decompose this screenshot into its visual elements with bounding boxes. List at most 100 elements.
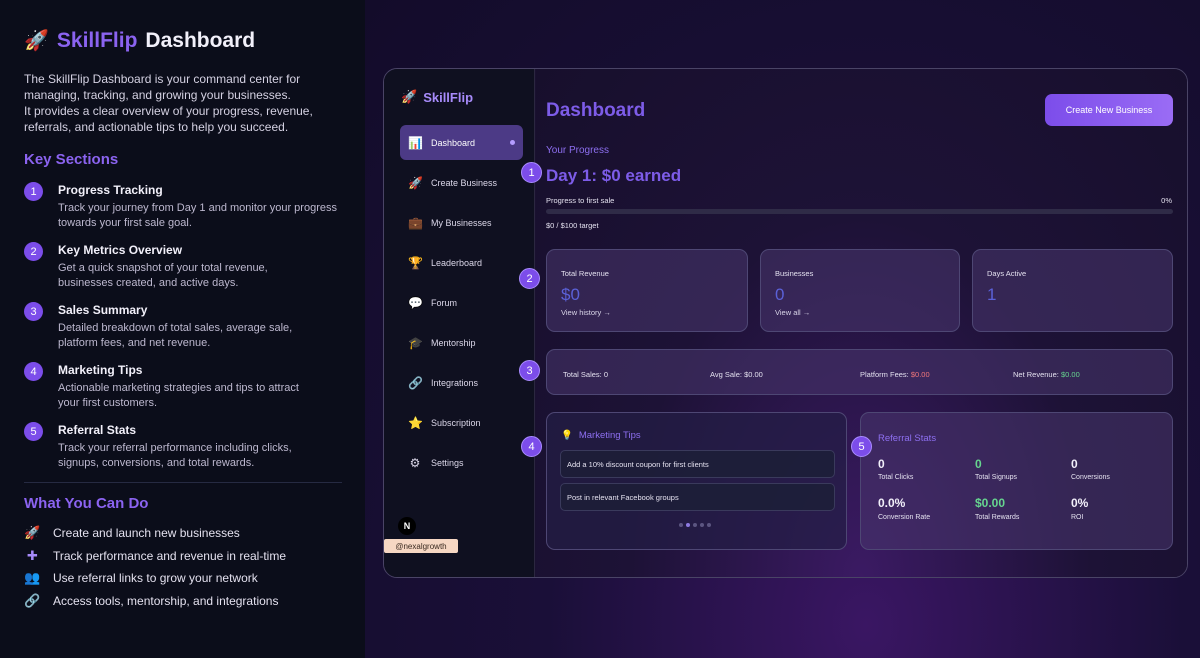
sidebar-item-label: Settings	[431, 457, 464, 468]
list-item: 🔗 Access tools, mentorship, and integrat…	[24, 590, 341, 613]
users-icon: 👥	[24, 570, 41, 586]
tip-item: Add a 10% discount coupon for first clie…	[560, 450, 835, 478]
progress-target: $0 / $100 target	[546, 221, 599, 230]
carousel-dot[interactable]	[679, 523, 683, 527]
metric-value: $0	[561, 285, 580, 304]
view-history-link[interactable]: View history →	[561, 308, 611, 317]
key-section-item: 1 Progress Tracking Track your journey f…	[24, 182, 341, 231]
progress-label: Your Progress	[546, 145, 609, 156]
sidebar: 🚀 SkillFlip 📊 Dashboard 🚀 Create Busines…	[384, 69, 535, 577]
key-section-desc: Track your referral performance includin…	[58, 442, 292, 454]
sidebar-item-subscription[interactable]: ⭐ Subscription	[400, 405, 523, 440]
list-item-text: Create and launch new businesses	[53, 526, 240, 541]
summary-value: $0.00	[1060, 370, 1080, 379]
list-item: 👥 Use referral links to grow your networ…	[24, 567, 341, 590]
carousel-dot[interactable]	[700, 523, 704, 527]
sidebar-item-label: My Businesses	[431, 217, 492, 228]
rocket-icon: 🚀	[401, 89, 418, 104]
metric-label: Total Revenue	[561, 269, 609, 278]
rocket-icon: 🚀	[24, 525, 41, 541]
user-handle: @nexalgrowth	[384, 539, 458, 553]
title-suffix: Dashboard	[145, 28, 256, 52]
sidebar-item-settings[interactable]: ⚙ Settings	[400, 445, 523, 480]
key-section-desc: Detailed breakdown of total sales, avera…	[58, 322, 293, 334]
stat-label: Total Clicks	[878, 474, 914, 481]
callout-3: 3	[519, 360, 540, 381]
summary-label: Platform Fees:	[860, 370, 909, 379]
stat-label: Total Rewards	[975, 514, 1020, 521]
carousel-dot[interactable]	[707, 523, 711, 527]
sidebar-item-mentorship[interactable]: 🎓 Mentorship	[400, 325, 523, 360]
divider	[24, 482, 342, 483]
carousel-dot[interactable]	[686, 523, 690, 527]
intro-line: The SkillFlip Dashboard is your command …	[24, 72, 301, 86]
metric-value: 1	[987, 285, 997, 304]
sidebar-item-forum[interactable]: 💬 Forum	[400, 285, 523, 320]
graduation-cap-icon: 🎓	[408, 335, 423, 350]
sidebar-item-label: Create Business	[431, 177, 498, 188]
number-badge: 1	[24, 182, 43, 201]
chat-icon: 💬	[408, 295, 423, 310]
chart-icon: ✚	[27, 547, 38, 563]
intro-line: It provides a clear overview of your pro…	[24, 104, 313, 118]
key-section-desc: towards your first sale goal.	[58, 217, 192, 229]
stat-value: 0	[975, 457, 982, 471]
briefcase-icon: 💼	[408, 215, 423, 230]
key-sections-heading: Key Sections	[24, 151, 119, 168]
info-panel: 🚀 SkillFlip Dashboard The SkillFlip Dash…	[0, 0, 365, 658]
sidebar-item-integrations[interactable]: 🔗 Integrations	[400, 365, 523, 400]
avg-sale: Avg Sale: $0.00	[710, 370, 763, 379]
sidebar-item-label: Integrations	[431, 377, 479, 388]
sidebar-item-label: Leaderboard	[431, 257, 483, 268]
key-section-desc: Get a quick snapshot of your total reven…	[58, 262, 268, 274]
intro-line: referrals, and actionable tips to help y…	[24, 120, 289, 134]
metric-label: Days Active	[987, 269, 1027, 278]
number-badge: 5	[24, 422, 43, 441]
sidebar-item-leaderboard[interactable]: 🏆 Leaderboard	[400, 245, 523, 280]
list-item-text: Use referral links to grow your network	[53, 571, 258, 586]
referral-stats-title: Referral Stats	[878, 433, 937, 444]
key-section-desc: your first customers.	[58, 397, 158, 409]
rocket-icon: 🚀	[24, 30, 49, 52]
view-all-link[interactable]: View all →	[775, 308, 810, 317]
callout-5: 5	[851, 436, 872, 457]
key-section-title: Key Metrics Overview	[58, 243, 183, 257]
sidebar-item-my-businesses[interactable]: 💼 My Businesses	[400, 205, 523, 240]
list-item: ✚ Track performance and revenue in real-…	[24, 545, 341, 568]
sidebar-item-create-business[interactable]: 🚀 Create Business	[400, 165, 523, 200]
platform-fees: Platform Fees: $0.00	[860, 370, 930, 379]
chart-icon: 📊	[408, 135, 423, 150]
summary-label: Total Sales:	[563, 370, 602, 379]
link-icon: 🔗	[408, 375, 423, 390]
star-icon: ⭐	[408, 415, 423, 430]
key-section-item: 2 Key Metrics Overview Get a quick snaps…	[24, 242, 341, 291]
key-section-title: Sales Summary	[58, 303, 148, 317]
sidebar-brand[interactable]: 🚀 SkillFlip	[401, 89, 473, 105]
sidebar-item-label: Subscription	[431, 417, 481, 428]
create-new-business-button[interactable]: Create New Business	[1045, 94, 1173, 126]
carousel-dot[interactable]	[693, 523, 697, 527]
what-you-can-do-heading: What You Can Do	[24, 495, 149, 512]
sidebar-item-dashboard[interactable]: 📊 Dashboard	[400, 125, 523, 160]
sales-summary-card: Total Sales: 0 Avg Sale: $0.00 Platform …	[546, 349, 1173, 395]
link-icon: 🔗	[24, 592, 41, 608]
intro-text: The SkillFlip Dashboard is your command …	[24, 71, 341, 135]
metric-label: Businesses	[775, 269, 814, 278]
tip-item: Post in relevant Facebook groups	[560, 483, 835, 511]
key-section-desc: Actionable marketing strategies and tips…	[58, 382, 299, 394]
stat-label: Total Signups	[975, 474, 1018, 481]
referral-stats-card: Referral Stats 0 Total Clicks 0 Total Si…	[860, 412, 1173, 550]
progress-percent: 0%	[1161, 196, 1172, 205]
sidebar-nav: 📊 Dashboard 🚀 Create Business 💼 My Busin…	[400, 125, 523, 485]
panel-title: 🚀 SkillFlip Dashboard	[24, 28, 341, 53]
marketing-tips-label: Marketing Tips	[578, 430, 641, 441]
avatar[interactable]: N	[398, 517, 416, 535]
trophy-icon: 🏆	[408, 255, 423, 270]
list-item: 🚀 Create and launch new businesses	[24, 522, 341, 545]
gear-icon: ⚙	[409, 455, 421, 470]
key-section-title: Marketing Tips	[58, 363, 143, 377]
number-badge: 2	[24, 242, 43, 261]
metric-card-businesses: Businesses 0 View all →	[760, 249, 960, 332]
key-section-title: Referral Stats	[58, 423, 137, 437]
stat-value: $0.00	[975, 496, 1006, 510]
